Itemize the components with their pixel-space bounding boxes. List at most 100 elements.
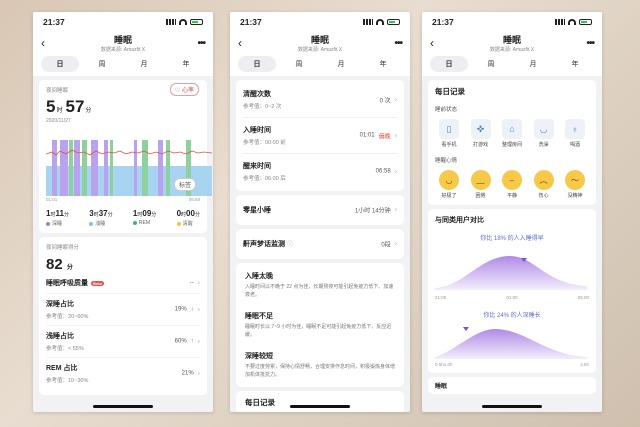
wine-glass-icon: ♁ — [565, 119, 585, 139]
list-item[interactable]: 睡眠呼吸质量 Beta -- › — [46, 273, 200, 294]
back-icon[interactable]: ‹ — [238, 36, 254, 50]
phone-screen-records: 21:37 ‹ 睡眠 数据来源: Amazfit X ••• 日 周 月 年 每… — [422, 12, 602, 412]
wake-mood-options: ◡ 好极了 ﹏ 困倦 – 平静 ︵ 伤心 ～没精神 — [435, 170, 589, 199]
status-time: 21:37 — [43, 17, 65, 27]
tab-month[interactable]: 月 — [322, 56, 360, 72]
snore-value: 0段 — [381, 242, 391, 249]
deep-sleep-curve — [435, 329, 587, 359]
tab-day[interactable]: 日 — [238, 56, 276, 72]
mood-great[interactable]: ◡ 好极了 — [435, 170, 463, 199]
list-item[interactable]: REM 占比 参考值：10~30% 21% › — [46, 358, 200, 389]
status-bar: 21:37 — [230, 12, 410, 32]
mood-sad[interactable]: ︵ 伤心 — [530, 170, 558, 199]
mood-calm[interactable]: – 平静 — [498, 170, 526, 199]
list-item[interactable]: 入睡时间 参考值：00:00 前 01:01 偏晚 › — [243, 118, 397, 154]
bedtime-curve — [435, 256, 587, 290]
list-item[interactable]: 醒来时间 参考值：06:00 后 06:58 › — [243, 154, 397, 189]
state-bath[interactable]: ◡ 洗澡 — [530, 119, 558, 148]
total-sleep-duration: 5时 57 分 — [46, 97, 92, 116]
timing-card: 清醒次数 参考值：0~2 次 0 次 › 入睡时间 参考值：00:00 前 01:… — [236, 80, 404, 191]
stat-rem: 1时09分 REM — [132, 209, 157, 226]
state-game[interactable]: ✜ 打游戏 — [467, 119, 495, 148]
more-icon[interactable]: ••• — [189, 38, 206, 49]
daily-record-title: 每日记录 — [435, 87, 465, 96]
battery-icon — [190, 19, 203, 25]
phone-screen-details: 21:37 ‹ 睡眠 数据来源: Amazfit X ••• 日 周 月 年 清… — [230, 12, 410, 412]
compare-card: 与同类用户对比 你比 18% 的人入睡得早 21:00 01:00 05:00 你比… — [428, 209, 596, 373]
mood-sleepy[interactable]: ﹏ 困倦 — [467, 170, 495, 199]
tab-week[interactable]: 周 — [83, 56, 121, 72]
phone-screen-overview: 21:37 ‹ 睡眠 数据来源: Amazfit X ••• 日 周 月 年 夜… — [33, 12, 213, 412]
sleep-stage-chart: 标签 — [45, 132, 213, 196]
tab-day[interactable]: 日 — [41, 56, 79, 72]
compare-title: 与同类用户对比 — [435, 217, 484, 224]
pre-sleep-state-label: 睡前状态 — [435, 107, 458, 113]
period-tabs: 日 周 月 年 — [422, 54, 602, 76]
bedtime-distribution-chart — [435, 256, 587, 290]
heart-rate-toggle[interactable]: ♡ 心率 — [169, 83, 199, 96]
list-item[interactable]: 清醒次数 参考值：0~2 次 0 次 › — [243, 82, 397, 118]
page-title: 睡眠 — [310, 35, 329, 45]
snore-title: 鼾声梦话监测 — [243, 241, 285, 248]
tab-month[interactable]: 月 — [125, 56, 163, 72]
back-icon[interactable]: ‹ — [430, 36, 446, 50]
advice-card: 入睡太晚 入睡时间以不晚于 22 点为佳，长期熬夜可能引起免疫力低下、加速衰老。… — [236, 263, 404, 387]
snore-card[interactable]: 鼾声梦话监测 ⓘ 0段 › — [236, 229, 404, 259]
light-dot-icon — [89, 221, 94, 226]
back-icon[interactable]: ‹ — [41, 36, 57, 50]
tired-face-icon: ～ — [565, 170, 585, 190]
nav-bar: ‹ 睡眠 数据来源: Amazfit X ••• — [230, 32, 410, 54]
advice-item: 入睡太晚 入睡时间以不晚于 22 点为佳，长期熬夜可能引起免疫力低下、加速衰老。 — [245, 273, 394, 298]
tab-year[interactable]: 年 — [167, 56, 205, 72]
deep-dot-icon — [46, 221, 50, 226]
score-label: 夜间睡眠得分 — [46, 245, 80, 251]
mood-tired[interactable]: ～没精神 — [561, 170, 589, 199]
nap-value: 1小时 14分钟 — [354, 208, 391, 215]
arrow-up-icon: ↑ — [190, 338, 194, 345]
tab-year[interactable]: 年 — [364, 56, 402, 72]
more-icon[interactable]: ••• — [386, 38, 403, 49]
sleep-date: 2020/11/27 — [46, 118, 71, 124]
status-time: 21:37 — [432, 17, 454, 27]
nav-bar: ‹ 睡眠 数据来源: Amazfit X ••• — [422, 32, 602, 54]
status-time: 21:37 — [240, 17, 262, 27]
daily-record-card: 每日记录 — [236, 391, 404, 412]
state-phone[interactable]: ▯ 看手机 — [435, 119, 463, 148]
tab-year[interactable]: 年 — [556, 56, 594, 72]
user-marker-icon — [463, 327, 469, 331]
sad-face-icon: ︵ — [533, 170, 554, 190]
stat-awake: 0时00分 清醒 — [176, 209, 200, 227]
wake-mood-label: 睡醒心情 — [435, 158, 458, 164]
neutral-face-icon: – — [502, 170, 522, 190]
chart-start-time: 01:01 — [46, 197, 58, 202]
info-icon[interactable]: ⓘ — [287, 242, 293, 248]
nap-card[interactable]: 零星小睡 1小时 14分钟 › — [236, 195, 404, 225]
nav-bar: ‹ 睡眠 数据来源: Amazfit X ••• — [33, 32, 213, 54]
tab-week[interactable]: 周 — [472, 56, 510, 72]
stat-deep: 1时11分 深睡 — [46, 209, 69, 227]
status-bar: 21:37 — [422, 12, 602, 32]
deep-sleep-compare-text: 你比 24% 的人深睡长 — [483, 313, 541, 319]
tab-month[interactable]: 月 — [514, 56, 552, 72]
state-tidy[interactable]: ⌂ 整理房间 — [498, 119, 526, 148]
wifi-icon — [376, 19, 384, 25]
marker-button[interactable]: 标签 — [173, 178, 196, 191]
home-indicator — [482, 405, 542, 408]
period-tabs: 日 周 月 年 — [230, 54, 410, 76]
bathtub-icon: ◡ — [533, 119, 554, 139]
chevron-right-icon: › — [197, 338, 200, 345]
list-item[interactable]: 浅睡占比 参考值：< 55% 60% ↑ › — [46, 326, 200, 358]
signal-icon — [363, 19, 373, 25]
more-icon[interactable]: ••• — [578, 38, 595, 49]
list-item[interactable]: 深睡占比 参考值：20~60% 19% ↓ › — [46, 294, 200, 326]
sleep-score: 82 分 — [46, 256, 73, 273]
tab-week[interactable]: 周 — [280, 56, 318, 72]
chevron-right-icon: › — [197, 306, 200, 313]
home-indicator — [93, 405, 153, 408]
signal-icon — [166, 19, 176, 25]
rem-dot-icon — [132, 221, 137, 225]
state-drink[interactable]: ♁ 喝酒 — [561, 119, 589, 148]
tab-day[interactable]: 日 — [430, 56, 468, 72]
page-title: 睡眠 — [502, 35, 521, 45]
gamepad-icon: ✜ — [470, 119, 491, 139]
